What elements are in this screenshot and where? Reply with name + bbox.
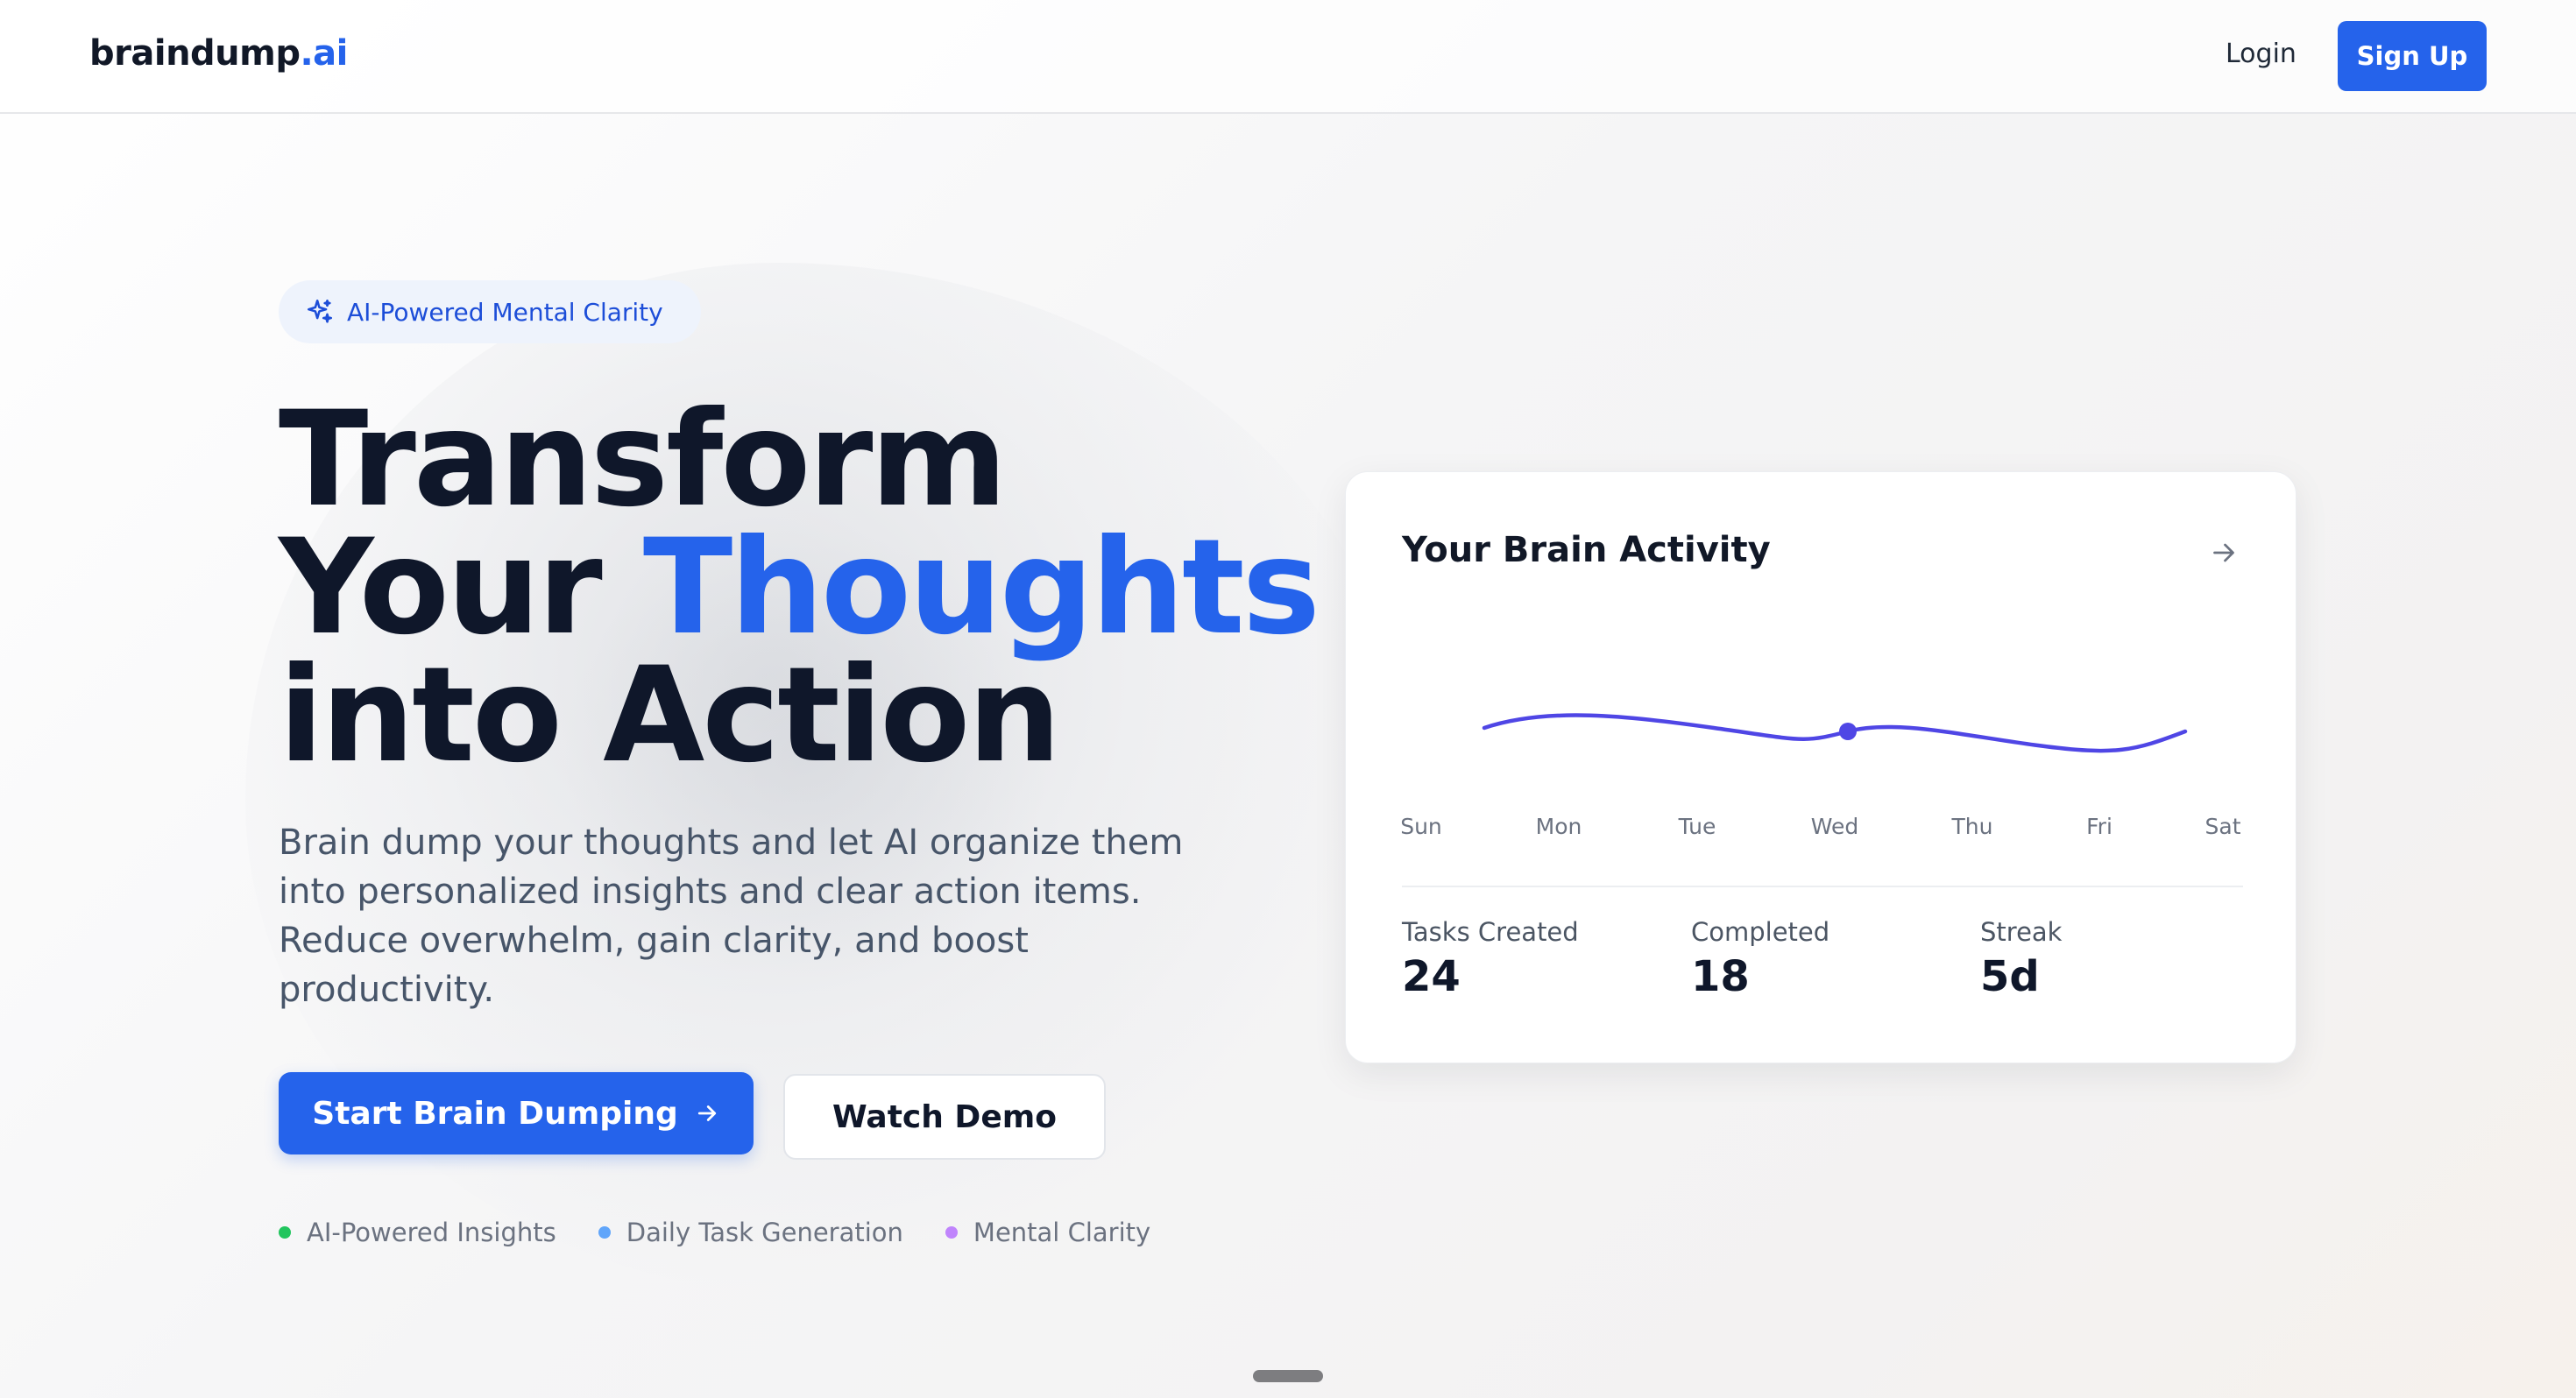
feature-item-tasks: Daily Task Generation (598, 1218, 903, 1247)
purple-dot-icon (945, 1226, 958, 1239)
day-label-fri: Fri (2086, 814, 2112, 839)
stat-streak: Streak 5d (1980, 917, 2062, 1001)
headline-line-1: Transform (279, 384, 1008, 536)
stat-value: 5d (1980, 952, 2040, 1001)
feature-label: Mental Clarity (973, 1218, 1151, 1247)
headline-line-3: into Action (279, 639, 1061, 792)
feature-label: AI-Powered Insights (307, 1218, 556, 1247)
hero-headline: Transform Your Thoughts into Action (279, 384, 1320, 792)
start-brain-dumping-button[interactable]: Start Brain Dumping (279, 1072, 754, 1154)
headline-line-2: Your Thoughts (279, 522, 1320, 653)
watch-demo-button[interactable]: Watch Demo (783, 1074, 1106, 1160)
stat-value: 24 (1402, 952, 1461, 1001)
logo-accent-text: .ai (300, 33, 348, 74)
feature-item-insights: AI-Powered Insights (279, 1218, 556, 1247)
stat-value: 18 (1691, 952, 1750, 1001)
signup-button[interactable]: Sign Up (2338, 21, 2487, 91)
stat-tasks-created: Tasks Created 24 (1402, 917, 1579, 1001)
stat-label: Completed (1691, 917, 1830, 947)
day-label-mon: Mon (1535, 814, 1582, 839)
hero-description: Brain dump your thoughts and let AI orga… (279, 823, 1184, 1010)
day-label-tue: Tue (1678, 814, 1716, 839)
brain-activity-card: Your Brain Activity Sun Mon Tue Wed Thu … (1345, 471, 2296, 1063)
feature-item-clarity: Mental Clarity (945, 1218, 1150, 1247)
day-label-thu: Thu (1951, 814, 1993, 839)
day-label-sun: Sun (1400, 814, 1442, 839)
day-label-wed: Wed (1810, 814, 1859, 839)
stat-label: Tasks Created (1402, 917, 1579, 947)
badge-label: AI-Powered Mental Clarity (347, 297, 663, 327)
blue-dot-icon (598, 1226, 611, 1239)
active-day-marker (1839, 723, 1857, 740)
stat-completed: Completed 18 (1691, 917, 1829, 1001)
activity-trend-line (1482, 713, 2188, 753)
hero-badge: AI-Powered Mental Clarity (279, 280, 701, 343)
stat-label: Streak (1980, 917, 2063, 947)
brand-logo[interactable]: braindump.ai (89, 33, 348, 74)
start-brain-dumping-label: Start Brain Dumping (312, 1095, 678, 1132)
logo-main-text: braindump (89, 33, 301, 74)
feature-list: AI-Powered Insights Daily Task Generatio… (279, 1218, 1192, 1247)
green-dot-icon (279, 1226, 291, 1239)
sparkles-icon (307, 299, 333, 323)
top-nav: braindump.ai Login Sign Up (0, 0, 2576, 114)
arrow-right-icon (697, 1105, 716, 1121)
login-link[interactable]: Login (2226, 39, 2296, 69)
scroll-indicator[interactable] (1253, 1370, 1323, 1382)
day-label-sat: Sat (2204, 814, 2241, 839)
card-divider (1402, 886, 2243, 887)
feature-label: Daily Task Generation (626, 1218, 903, 1247)
